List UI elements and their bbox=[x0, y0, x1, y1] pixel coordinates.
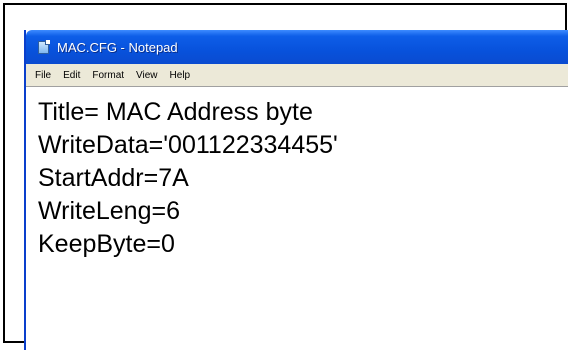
menu-format[interactable]: Format bbox=[91, 69, 125, 82]
notepad-icon[interactable] bbox=[38, 39, 51, 55]
screenshot-frame: MAC.CFG - Notepad File Edit Format View … bbox=[3, 3, 568, 350]
menu-help[interactable]: Help bbox=[169, 69, 192, 82]
notepad-icon-fold bbox=[45, 39, 50, 45]
menu-bar: File Edit Format View Help bbox=[26, 64, 568, 86]
editor-line-writedata: WriteData='001122334455' bbox=[38, 131, 338, 159]
notepad-window: MAC.CFG - Notepad File Edit Format View … bbox=[24, 30, 568, 350]
menu-view[interactable]: View bbox=[135, 69, 159, 82]
editor-line-writeleng: WriteLeng=6 bbox=[38, 197, 180, 225]
menu-file[interactable]: File bbox=[34, 69, 52, 82]
editor-line-startaddr: StartAddr=7A bbox=[38, 164, 189, 192]
text-editor-area[interactable]: Title= MAC Address byte WriteData='00112… bbox=[26, 86, 568, 350]
title-bar[interactable]: MAC.CFG - Notepad bbox=[26, 30, 568, 64]
editor-line-title: Title= MAC Address byte bbox=[38, 98, 313, 126]
editor-line-keepbyte: KeepByte=0 bbox=[38, 230, 175, 258]
window-title: MAC.CFG - Notepad bbox=[57, 39, 178, 55]
menu-edit[interactable]: Edit bbox=[62, 69, 81, 82]
